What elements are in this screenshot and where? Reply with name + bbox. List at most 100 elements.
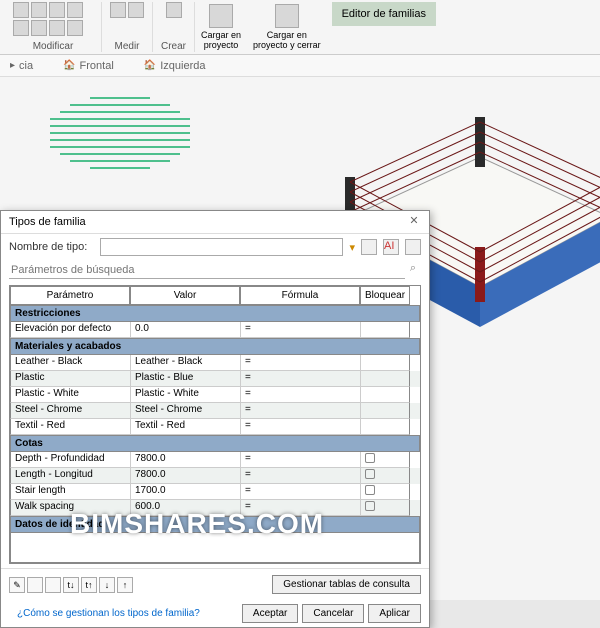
param-label: Stair length bbox=[10, 484, 130, 500]
load-close-button[interactable]: Cargar en proyecto y cerrar bbox=[247, 2, 327, 52]
param-row[interactable]: Depth - Profundidad7800.0= bbox=[10, 452, 420, 468]
param-formula[interactable]: = bbox=[240, 484, 360, 500]
param-lock[interactable] bbox=[360, 484, 410, 500]
param-value[interactable]: 0.0 bbox=[130, 322, 240, 338]
param-lock[interactable] bbox=[360, 500, 410, 516]
param-value[interactable]: 7800.0 bbox=[130, 452, 240, 468]
modify-tool-icon[interactable] bbox=[31, 2, 47, 18]
ribbon-group-modify: Modificar bbox=[5, 2, 102, 52]
measure-tool-icon[interactable] bbox=[110, 2, 126, 18]
param-formula[interactable]: = bbox=[240, 355, 360, 371]
create-tool-icon[interactable] bbox=[166, 2, 182, 18]
dropdown-icon[interactable]: ▾ bbox=[349, 241, 355, 254]
param-value[interactable]: Leather - Black bbox=[130, 355, 240, 371]
param-label: Steel - Chrome bbox=[10, 403, 130, 419]
modify-tool-icon[interactable] bbox=[67, 2, 83, 18]
type-name-label: Nombre de tipo: bbox=[9, 241, 94, 253]
param-formula[interactable]: = bbox=[240, 371, 360, 387]
ribbon-group-medir: Medir bbox=[102, 2, 153, 52]
param-row[interactable]: Steel - ChromeSteel - Chrome= bbox=[10, 403, 420, 419]
param-row[interactable]: Length - Longitud7800.0= bbox=[10, 468, 420, 484]
view-ref[interactable]: ▸ cia bbox=[10, 60, 33, 72]
family-types-dialog: Tipos de familia ✕ Nombre de tipo: ▾ AI … bbox=[0, 210, 430, 628]
modify-tool-icon[interactable] bbox=[31, 20, 47, 36]
measure-tool-icon[interactable] bbox=[128, 2, 144, 18]
param-row[interactable]: Textil - RedTextil - Red= bbox=[10, 419, 420, 435]
param-lock[interactable] bbox=[360, 371, 410, 387]
param-formula[interactable]: = bbox=[240, 468, 360, 484]
param-formula[interactable]: = bbox=[240, 403, 360, 419]
ribbon: Modificar Medir Crear Cargar en proyecto… bbox=[0, 0, 600, 55]
edit-icon[interactable]: ✎ bbox=[9, 577, 25, 593]
modify-tool-icon[interactable] bbox=[13, 2, 29, 18]
move-down-icon[interactable]: ↓ bbox=[99, 577, 115, 593]
param-row[interactable]: Stair length1700.0= bbox=[10, 484, 420, 500]
type-name-input[interactable] bbox=[100, 238, 343, 256]
delete-param-icon[interactable] bbox=[45, 577, 61, 593]
param-value[interactable]: 1700.0 bbox=[130, 484, 240, 500]
modify-tool-icon[interactable] bbox=[49, 2, 65, 18]
cancelar-button[interactable]: Cancelar bbox=[302, 604, 364, 623]
param-lock[interactable] bbox=[360, 322, 410, 338]
param-value[interactable]: Plastic - White bbox=[130, 387, 240, 403]
param-lock[interactable] bbox=[360, 355, 410, 371]
param-lock[interactable] bbox=[360, 419, 410, 435]
param-formula[interactable]: = bbox=[240, 387, 360, 403]
hatch-pattern bbox=[50, 92, 190, 174]
param-label: Textil - Red bbox=[10, 419, 130, 435]
param-label: Elevación por defecto bbox=[10, 322, 130, 338]
modify-tool-icon[interactable] bbox=[67, 20, 83, 36]
param-label: Length - Longitud bbox=[10, 468, 130, 484]
help-link[interactable]: ¿Cómo se gestionan los tipos de familia? bbox=[9, 606, 208, 621]
modify-tool-icon[interactable] bbox=[13, 20, 29, 36]
param-row[interactable]: Elevación por defecto 0.0 = bbox=[10, 322, 420, 338]
param-lock[interactable] bbox=[360, 452, 410, 468]
param-value[interactable]: Textil - Red bbox=[130, 419, 240, 435]
param-value[interactable]: Plastic - Blue bbox=[130, 371, 240, 387]
param-formula[interactable]: = bbox=[240, 322, 360, 338]
search-icon[interactable]: ⌕ bbox=[405, 262, 421, 278]
section-cotas[interactable]: Cotas bbox=[10, 435, 420, 452]
delete-type-icon[interactable] bbox=[405, 239, 421, 255]
col-parametro[interactable]: Parámetro bbox=[10, 286, 130, 305]
load-project-button[interactable]: Cargar en proyecto bbox=[195, 2, 247, 52]
param-value[interactable]: Steel - Chrome bbox=[130, 403, 240, 419]
view-izquierda[interactable]: 🏠 Izquierda bbox=[144, 60, 206, 72]
rename-type-icon[interactable]: AI bbox=[383, 239, 399, 255]
search-input[interactable] bbox=[9, 262, 405, 279]
sort-asc-icon[interactable]: t↓ bbox=[63, 577, 79, 593]
ribbon-label-crear: Crear bbox=[161, 41, 186, 52]
watermark: BIMSHARES.COM bbox=[70, 508, 324, 540]
modify-tool-icon[interactable] bbox=[49, 20, 65, 36]
param-row[interactable]: PlasticPlastic - Blue= bbox=[10, 371, 420, 387]
param-lock[interactable] bbox=[360, 403, 410, 419]
load-label2b: proyecto y cerrar bbox=[253, 40, 321, 50]
dialog-titlebar: Tipos de familia ✕ bbox=[1, 211, 429, 234]
param-row[interactable]: Leather - BlackLeather - Black= bbox=[10, 355, 420, 371]
move-up-icon[interactable]: ↑ bbox=[117, 577, 133, 593]
section-restricciones[interactable]: Restricciones bbox=[10, 305, 420, 322]
col-formula[interactable]: Fórmula bbox=[240, 286, 360, 305]
search-row: ⌕ bbox=[1, 260, 429, 281]
ribbon-label-medir: Medir bbox=[114, 41, 139, 52]
load-close-icon bbox=[275, 4, 299, 28]
sort-desc-icon[interactable]: t↑ bbox=[81, 577, 97, 593]
type-name-row: Nombre de tipo: ▾ AI bbox=[1, 234, 429, 260]
manage-lookup-button[interactable]: Gestionar tablas de consulta bbox=[272, 575, 421, 594]
new-type-icon[interactable] bbox=[361, 239, 377, 255]
col-valor[interactable]: Valor bbox=[130, 286, 240, 305]
editor-tab-label: Editor de familias bbox=[342, 8, 426, 20]
aplicar-button[interactable]: Aplicar bbox=[368, 604, 421, 623]
new-param-icon[interactable] bbox=[27, 577, 43, 593]
col-bloquear[interactable]: Bloquear bbox=[360, 286, 410, 305]
section-materiales[interactable]: Materiales y acabados bbox=[10, 338, 420, 355]
param-formula[interactable]: = bbox=[240, 452, 360, 468]
aceptar-button[interactable]: Aceptar bbox=[242, 604, 298, 623]
param-lock[interactable] bbox=[360, 387, 410, 403]
param-formula[interactable]: = bbox=[240, 419, 360, 435]
param-row[interactable]: Plastic - WhitePlastic - White= bbox=[10, 387, 420, 403]
param-lock[interactable] bbox=[360, 468, 410, 484]
close-icon[interactable]: ✕ bbox=[407, 215, 421, 229]
view-frontal[interactable]: 🏠 Frontal bbox=[63, 60, 114, 72]
param-value[interactable]: 7800.0 bbox=[130, 468, 240, 484]
